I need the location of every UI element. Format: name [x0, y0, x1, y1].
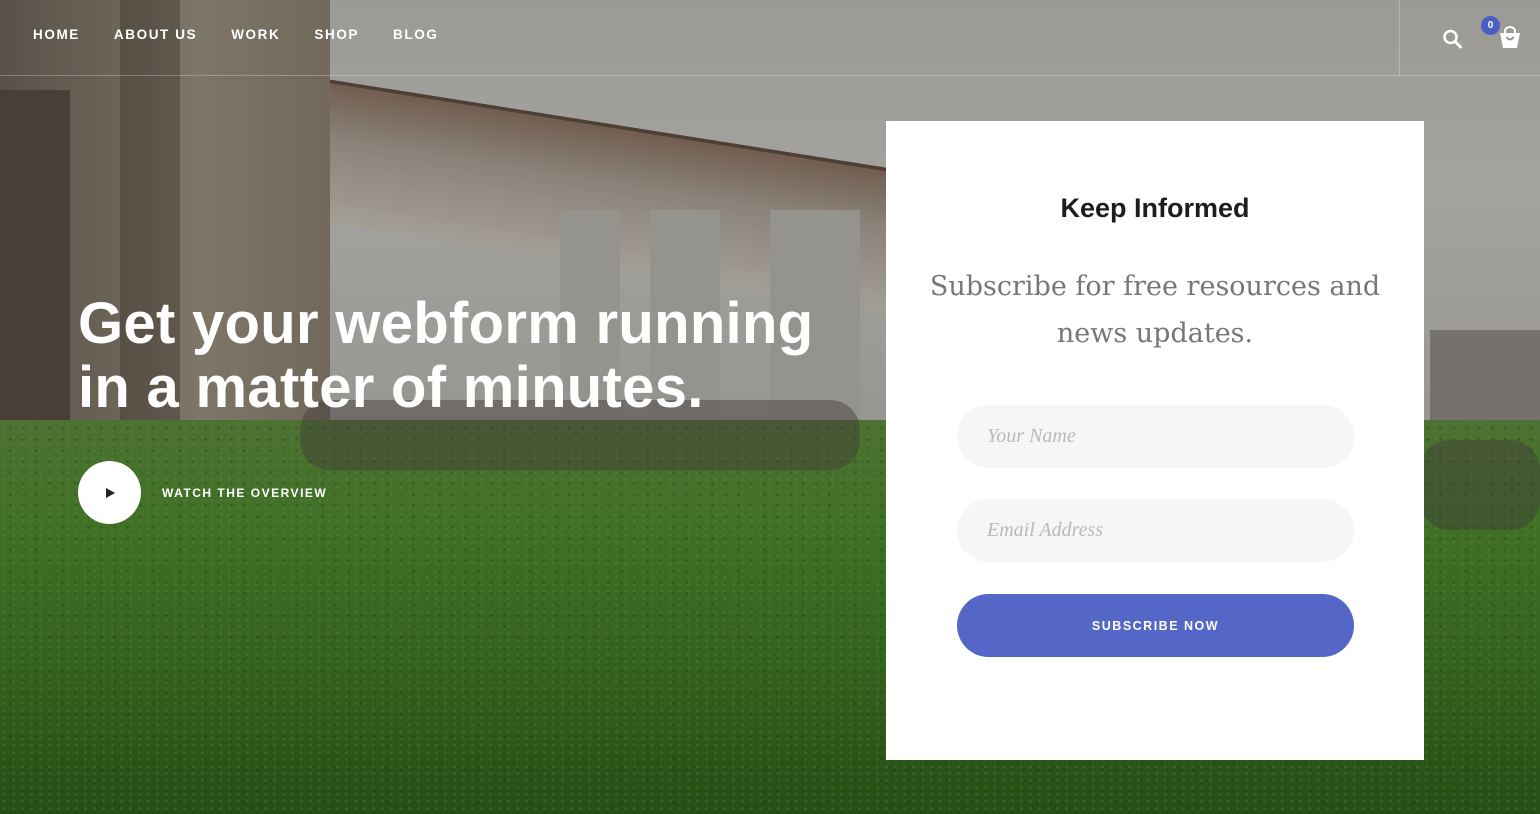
nav-links: HOME ABOUT US WORK SHOP BLOG: [33, 27, 472, 42]
form-subtitle: Subscribe for free resources and news up…: [929, 271, 1381, 349]
shopping-bag-icon: [1500, 26, 1520, 48]
nav-item-home[interactable]: HOME: [33, 27, 80, 42]
hero-title: Get your webform running in a matter of …: [78, 291, 814, 420]
subscribe-card: Keep Informed Subscribe for free resourc…: [886, 121, 1424, 760]
search-icon: [1443, 29, 1462, 49]
cart-button[interactable]: [1496, 26, 1524, 52]
name-input[interactable]: [957, 405, 1354, 468]
play-icon: [105, 487, 115, 498]
nav-divider: [1399, 0, 1400, 76]
top-navigation: HOME ABOUT US WORK SHOP BLOG 0: [0, 0, 1540, 76]
nav-item-blog[interactable]: BLOG: [393, 27, 438, 42]
nav-item-about-us[interactable]: ABOUT US: [114, 27, 197, 42]
cart-count-badge: 0: [1481, 16, 1500, 35]
email-input[interactable]: [957, 499, 1354, 562]
watch-overview-link[interactable]: WATCH THE OVERVIEW: [162, 486, 327, 500]
search-button[interactable]: [1440, 26, 1466, 52]
nav-item-work[interactable]: WORK: [231, 27, 280, 42]
play-video-button[interactable]: [78, 461, 141, 524]
subscribe-button[interactable]: SUBSCRIBE NOW: [957, 594, 1354, 657]
nav-item-shop[interactable]: SHOP: [314, 27, 359, 42]
form-title: Keep Informed: [1060, 193, 1250, 223]
